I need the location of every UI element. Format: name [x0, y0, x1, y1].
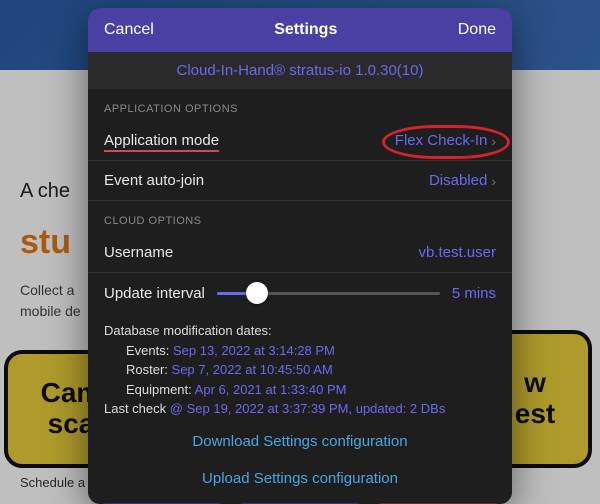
- done-button[interactable]: Done: [458, 21, 496, 39]
- db-equipment-label: Equipment:: [126, 382, 192, 397]
- database-dates-block: Database modification dates: Events: Sep…: [88, 313, 512, 423]
- username-value: vb.test.user: [418, 244, 496, 261]
- db-roster-label: Roster:: [126, 362, 168, 377]
- row-update-interval: Update interval 5 mins: [88, 273, 512, 313]
- chevron-right-icon: ›: [491, 173, 496, 189]
- row-username: Username vb.test.user: [88, 233, 512, 273]
- settings-modal: Cancel Settings Done Cloud-In-Hand® stra…: [88, 8, 512, 504]
- db-events-value: Sep 13, 2022 at 3:14:28 PM: [173, 343, 335, 358]
- section-header-app-options: APPLICATION OPTIONS: [88, 89, 512, 121]
- bottom-button-bar: Download data Upload log Sign out: [88, 497, 512, 504]
- db-last-check-label: Last check: [104, 401, 166, 416]
- modal-title: Settings: [274, 21, 337, 39]
- app-version-label: Cloud-In-Hand® stratus-io 1.0.30(10): [88, 52, 512, 89]
- db-last-check-value: @ Sep 19, 2022 at 3:37:39 PM, updated: 2…: [170, 401, 446, 416]
- cancel-button[interactable]: Cancel: [104, 21, 154, 39]
- db-events-label: Events:: [126, 343, 169, 358]
- db-roster-value: Sep 7, 2022 at 10:45:50 AM: [172, 362, 333, 377]
- settings-body: APPLICATION OPTIONS Application mode Fle…: [88, 89, 512, 504]
- db-equipment-value: Apr 6, 2021 at 1:33:40 PM: [195, 382, 347, 397]
- update-interval-value: 5 mins: [452, 285, 496, 302]
- section-header-cloud-options: CLOUD OPTIONS: [88, 201, 512, 233]
- update-interval-slider[interactable]: [217, 283, 440, 303]
- chevron-right-icon: ›: [491, 133, 496, 149]
- app-mode-label: Application mode: [104, 132, 219, 152]
- db-title: Database modification dates:: [104, 321, 496, 341]
- update-interval-label: Update interval: [104, 285, 205, 302]
- slider-thumb[interactable]: [246, 282, 268, 304]
- row-application-mode[interactable]: Application mode Flex Check-In ›: [88, 121, 512, 161]
- upload-settings-config-link[interactable]: Upload Settings configuration: [88, 460, 512, 497]
- row-event-auto-join[interactable]: Event auto-join Disabled ›: [88, 161, 512, 201]
- app-mode-value: Flex Check-In: [395, 132, 488, 149]
- auto-join-label: Event auto-join: [104, 172, 204, 189]
- download-settings-config-link[interactable]: Download Settings configuration: [88, 423, 512, 460]
- username-label: Username: [104, 244, 173, 261]
- auto-join-value: Disabled: [429, 172, 487, 189]
- modal-header: Cancel Settings Done: [88, 8, 512, 52]
